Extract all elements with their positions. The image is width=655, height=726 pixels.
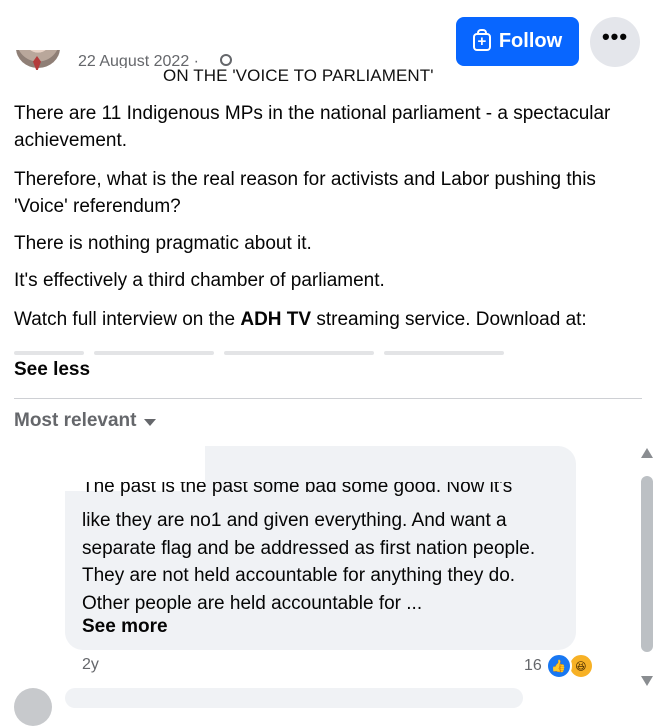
cropped-link-line [14,345,504,357]
follow-button[interactable]: + Follow [456,17,579,66]
watch-paragraph: Watch full interview on the ADH TV strea… [14,306,644,333]
comment-sort-dropdown[interactable]: Most relevant [14,410,157,432]
watch-suffix: streaming service. Download at: [311,309,587,330]
scrollbar-thumb[interactable] [641,476,653,652]
divider [14,398,642,399]
watch-prefix: Watch full interview on the [14,309,241,330]
scroll-down-arrow-icon[interactable] [641,676,653,686]
author-avatar[interactable] [10,50,68,70]
watch-brand: ADH TV [240,309,312,330]
more-icon: ••• [601,24,629,49]
overlay-title: ON THE 'VOICE TO PARLIAMENT' [163,66,434,85]
comment-age[interactable]: 2y [82,656,99,674]
post-paragraph: It's effectively a third chamber of parl… [14,270,385,291]
caret-down-icon [144,418,157,426]
follow-label: Follow [498,30,563,52]
more-options-button[interactable]: ••• [590,17,640,67]
see-less-link[interactable]: See less [14,359,90,381]
see-more-link[interactable]: See more [82,616,168,638]
scroll-up-arrow-icon[interactable] [641,448,653,458]
follow-icon: + [472,28,491,51]
like-icon: 👍 [545,653,572,679]
post-paragraph: There are 11 Indigenous MPs in the natio… [14,103,611,151]
comment-reactions[interactable]: 16 👍 😆 [524,653,594,679]
comment-text: like they are no1 and given everything. … [82,510,536,614]
comment-first-line: The past is the past some bad some good.… [82,482,513,497]
post-paragraph: Therefore, what is the real reason for a… [14,169,596,217]
sort-label: Most relevant [14,410,137,431]
globe-icon [220,54,232,66]
post-paragraph: There is nothing pragmatic about it. [14,233,312,254]
next-comment-bubble [65,688,523,708]
reaction-count: 16 [524,657,542,674]
next-comment-avatar[interactable] [14,688,52,726]
